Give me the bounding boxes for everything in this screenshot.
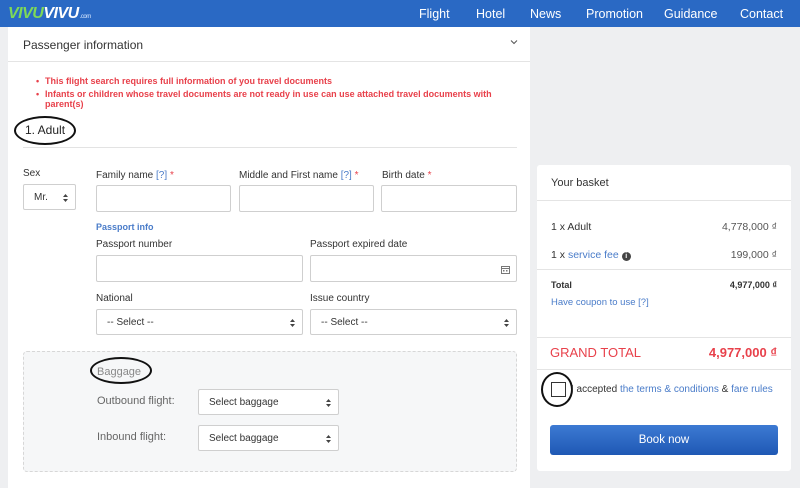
passenger-information-panel: Passenger information This flight search… <box>8 27 530 488</box>
basket-row-total: Total 4,977,000 ₫ <box>551 280 777 290</box>
basket-row-service-fee: 1 x service fee i 199,000 ₫ <box>551 249 777 261</box>
panel-title: Passenger information <box>23 38 144 52</box>
adult-price: 4,778,000 ₫ <box>721 221 777 233</box>
select-arrows-icon <box>326 435 331 443</box>
sex-select[interactable]: Mr. <box>23 184 76 210</box>
birth-date-label: Birth date * <box>382 170 432 181</box>
passport-number-label: Passport number <box>96 239 173 250</box>
divider <box>537 269 791 270</box>
nav-flight[interactable]: Flight <box>419 7 450 21</box>
passport-info-heading: Passport info <box>96 222 154 232</box>
grand-total-value: 4,977,000 ₫ <box>708 345 777 360</box>
annotation-circle <box>90 357 152 384</box>
annotation-circle <box>541 372 573 407</box>
passport-expired-label: Passport expired date <box>310 239 408 250</box>
middle-first-name-label: Middle and First name [?] * <box>239 170 359 181</box>
nav-hotel[interactable]: Hotel <box>476 7 505 21</box>
family-name-help-link[interactable]: [?] <box>156 170 167 181</box>
top-navigation-bar: VIVUVIVU.com Flight Hotel News Promotion… <box>0 0 800 27</box>
annotation-circle <box>14 116 76 145</box>
inbound-baggage-select[interactable]: Select baggage <box>198 425 339 451</box>
sex-label: Sex <box>23 168 41 179</box>
accept-terms-text: I accepted the terms & conditions & fare… <box>571 384 773 395</box>
national-select[interactable]: -- Select -- <box>96 309 303 335</box>
nav-contact[interactable]: Contact <box>740 7 783 21</box>
basket-title: Your basket <box>551 177 609 189</box>
national-label: National <box>96 293 133 304</box>
nav-guidance[interactable]: Guidance <box>664 7 718 21</box>
nav-news[interactable]: News <box>530 7 561 21</box>
terms-conditions-link[interactable]: the terms & conditions <box>620 384 719 395</box>
divider <box>537 337 791 338</box>
family-name-label: Family name [?] * <box>96 170 174 181</box>
passenger-info-header[interactable]: Passenger information <box>8 27 530 62</box>
issue-country-label: Issue country <box>310 293 370 304</box>
select-arrows-icon <box>326 399 331 407</box>
middle-first-name-input[interactable] <box>239 185 374 212</box>
service-fee-price: 199,000 ₫ <box>730 249 777 261</box>
calendar-icon[interactable] <box>501 265 510 274</box>
outbound-flight-label: Outbound flight: <box>97 395 175 407</box>
basket-panel: Your basket 1 x Adult 4,778,000 ₫ 1 x se… <box>537 165 791 471</box>
passport-expired-input[interactable] <box>310 255 517 282</box>
chevron-down-icon[interactable] <box>510 38 518 46</box>
warning-text: Infants or children whose travel documen… <box>36 89 530 109</box>
vivuvivu-logo[interactable]: VIVUVIVU.com <box>8 5 91 23</box>
middle-first-name-help-link[interactable]: [?] <box>341 170 352 181</box>
divider <box>537 369 791 370</box>
select-arrows-icon <box>63 194 68 202</box>
info-icon[interactable]: i <box>621 252 631 261</box>
service-fee-link[interactable]: service fee <box>568 249 619 261</box>
divider <box>23 147 517 148</box>
passport-number-input[interactable] <box>96 255 303 282</box>
outbound-baggage-select[interactable]: Select baggage <box>198 389 339 415</box>
total-value: 4,977,000 ₫ <box>729 280 777 290</box>
grand-total-label: GRAND TOTAL <box>550 345 642 360</box>
book-now-button[interactable]: Book now <box>550 425 778 455</box>
issue-country-select[interactable]: -- Select -- <box>310 309 517 335</box>
basket-row-adult: 1 x Adult 4,778,000 ₫ <box>551 221 777 233</box>
inbound-flight-label: Inbound flight: <box>97 431 167 443</box>
select-arrows-icon <box>290 319 295 327</box>
warning-text: This flight search requires full informa… <box>36 76 332 86</box>
family-name-input[interactable] <box>96 185 231 212</box>
birth-date-input[interactable] <box>381 185 517 212</box>
basket-header: Your basket <box>537 165 791 201</box>
select-arrows-icon <box>504 319 509 327</box>
fare-rules-link[interactable]: fare rules <box>731 384 773 395</box>
nav-promotion[interactable]: Promotion <box>586 7 643 21</box>
coupon-link[interactable]: Have coupon to use [?] <box>551 297 649 308</box>
